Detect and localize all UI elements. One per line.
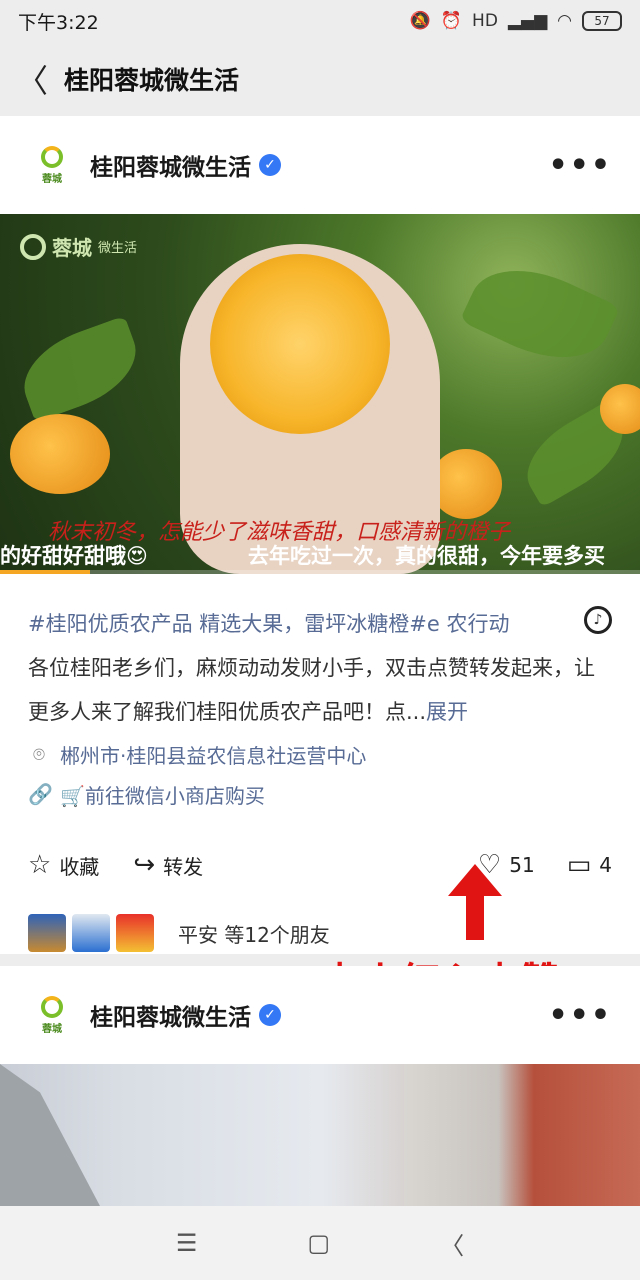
top-nav-bar: 〈 桂阳蓉城微生活 — [0, 42, 640, 116]
friend-avatar — [72, 914, 110, 952]
post-actions: ☆ 收藏 ↪ 转发 ♡ 51 ▭ 4 — [0, 828, 640, 902]
mute-icon: 🔕 — [409, 11, 431, 31]
post-header: 蓉城 桂阳蓉城微生活 ✓ ••• — [0, 966, 640, 1064]
video-player[interactable]: 蓉城 微生活 秋末初冬，怎能少了滋味香甜，口感清新的橙子 的好甜好甜哦😍 去年吃… — [0, 214, 640, 574]
expand-link[interactable]: 展开 — [426, 700, 468, 724]
system-nav-bar: ☰ ▢ 〈 — [0, 1206, 640, 1280]
star-icon: ☆ — [28, 850, 52, 880]
logo-mark-icon — [41, 145, 63, 168]
leaf-shape — [459, 248, 621, 380]
account-name[interactable]: 桂阳蓉城微生活 — [90, 998, 251, 1032]
alarm-icon: ⏰ — [440, 11, 463, 31]
annotation-arrow-icon — [448, 864, 502, 940]
watermark-main: 蓉城 — [52, 236, 92, 260]
shop-link-row[interactable]: 🔗 🛒前往微信小商店购买 — [0, 774, 640, 814]
comment-button[interactable]: ▭ 4 — [567, 850, 612, 880]
account-avatar[interactable]: 蓉城 — [28, 141, 76, 189]
watermark-sub: 微生活 — [98, 241, 138, 256]
video-watermark-logo: 蓉城 微生活 — [20, 232, 137, 261]
favorite-button[interactable]: ☆ 收藏 — [28, 850, 99, 880]
friend-avatar — [116, 914, 154, 952]
friends-liked-text: 平安 等12个朋友 — [178, 922, 330, 947]
battery-icon: 57 — [582, 11, 622, 31]
back-icon[interactable]: 〈 — [440, 1226, 464, 1261]
signal-label: HD — [472, 11, 498, 31]
logo-text: 蓉城 — [42, 1023, 62, 1035]
post-tags-line: #桂阳优质农产品 精选大果，雷坪冰糖橙#e 农行动 — [28, 602, 612, 646]
share-button[interactable]: ↪ 转发 — [133, 850, 203, 880]
account-name-row[interactable]: 桂阳蓉城微生活 ✓ — [90, 998, 548, 1032]
post-body-text: 各位桂阳老乡们，麻烦动动发财小手，双击点赞转发起来，让更多人来了解我们桂阳优质农… — [28, 646, 612, 734]
share-arrow-icon: ↪ — [133, 850, 156, 880]
leaf-shape — [11, 315, 149, 423]
favorite-label: 收藏 — [59, 854, 100, 879]
watermark-ring-icon — [20, 233, 46, 260]
orange-slice-shape — [210, 254, 390, 434]
more-dots-icon[interactable]: ••• — [548, 998, 612, 1033]
comment-count: 4 — [599, 853, 612, 877]
status-time: 下午3:22 — [18, 11, 99, 34]
orange-fruit-shape — [430, 449, 502, 519]
post-hashtags[interactable]: #桂阳优质农产品 精选大果，雷坪冰糖橙#e 农行动 — [28, 612, 509, 636]
link-icon: 🔗 — [28, 782, 53, 806]
account-name[interactable]: 桂阳蓉城微生活 — [90, 148, 251, 182]
danmaku-comment: 去年吃过一次，真的很甜，今年要多买 — [248, 544, 605, 568]
building-shape — [0, 1064, 100, 1206]
wifi-icon: ◠ — [557, 11, 572, 31]
post-description: ♪ #桂阳优质农产品 精选大果，雷坪冰糖橙#e 农行动 各位桂阳老乡们，麻烦动动… — [0, 574, 640, 734]
account-name-row[interactable]: 桂阳蓉城微生活 ✓ — [90, 148, 548, 182]
verified-badge-icon: ✓ — [259, 154, 281, 176]
signal-icon: ▂▄▆ — [507, 11, 548, 31]
like-count: 51 — [509, 853, 535, 877]
danmaku-comment: 的好甜好甜哦😍 — [0, 544, 148, 568]
status-bar: 下午3:22 🔕 ⏰ HD ▂▄▆ ◠ 57 — [0, 0, 640, 42]
location-row[interactable]: ⌾ 郴州市·桂阳县益农信息社运营中心 — [0, 734, 640, 774]
friend-avatar — [28, 914, 66, 952]
orange-fruit-shape — [10, 414, 110, 494]
post-header: 蓉城 桂阳蓉城微生活 ✓ ••• — [0, 116, 640, 214]
shop-link-text[interactable]: 🛒前往微信小商店购买 — [60, 780, 265, 809]
share-label: 转发 — [163, 854, 204, 879]
location-pin-icon: ⌾ — [33, 742, 45, 766]
logo-text: 蓉城 — [42, 173, 62, 185]
comment-icon: ▭ — [566, 850, 592, 880]
verified-badge-icon: ✓ — [259, 1004, 281, 1026]
music-note-icon[interactable]: ♪ — [584, 606, 612, 634]
post-body: 各位桂阳老乡们，麻烦动动发财小手，双击点赞转发起来，让更多人来了解我们桂阳优质农… — [28, 656, 595, 724]
account-avatar[interactable]: 蓉城 — [28, 991, 76, 1039]
home-icon[interactable]: ▢ — [307, 1229, 330, 1257]
page-title: 桂阳蓉城微生活 — [64, 66, 240, 95]
status-icons: 🔕 ⏰ HD ▂▄▆ ◠ 57 — [410, 11, 622, 31]
post-card: 蓉城 桂阳蓉城微生活 ✓ ••• — [0, 966, 640, 1206]
menu-icon[interactable]: ☰ — [176, 1229, 198, 1257]
building-shape — [404, 1064, 640, 1206]
more-dots-icon[interactable]: ••• — [548, 148, 612, 183]
logo-mark-icon — [41, 995, 63, 1018]
post-image[interactable] — [0, 1064, 640, 1206]
location-text[interactable]: 郴州市·桂阳县益农信息社运营中心 — [60, 740, 366, 769]
post-card: 蓉城 桂阳蓉城微生活 ✓ ••• 蓉城 微生活 秋末初冬，怎能少了滋味香甜，口感… — [0, 116, 640, 954]
chevron-left-icon[interactable]: 〈 — [0, 42, 64, 116]
